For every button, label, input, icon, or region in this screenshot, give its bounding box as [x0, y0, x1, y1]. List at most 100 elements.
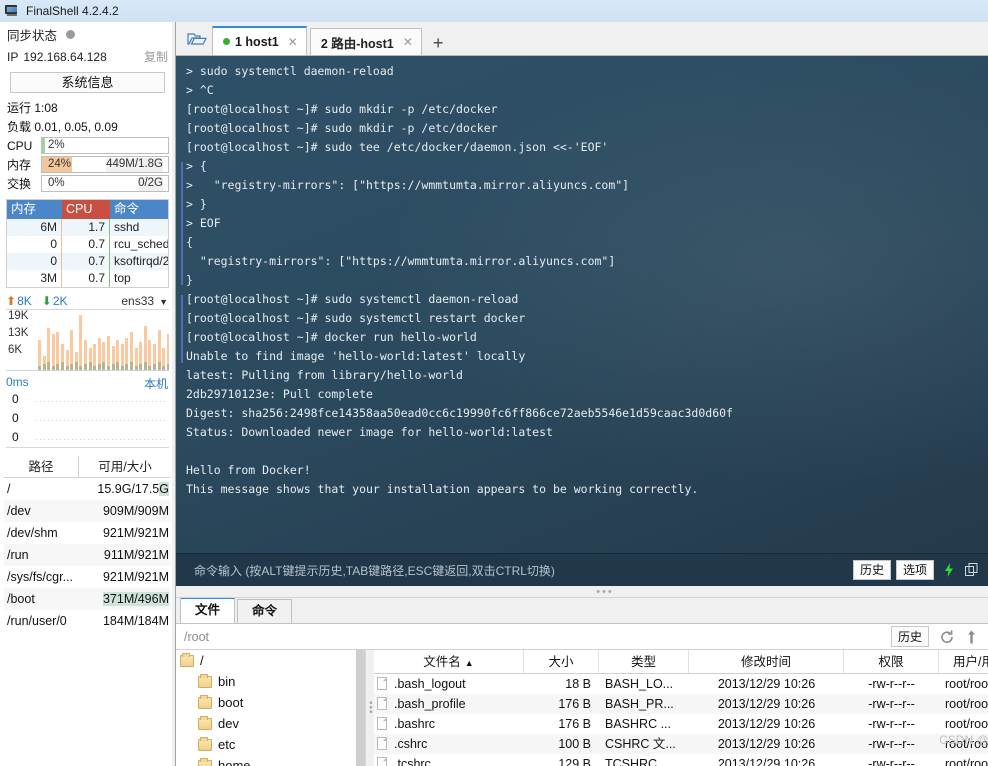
sync-status-dot-icon — [66, 30, 76, 39]
latency-header: 0ms 本机 — [0, 371, 175, 392]
network-interface-select[interactable]: ens33 ▼ — [121, 294, 168, 308]
tab-route-host1-close-icon[interactable]: ✕ — [403, 35, 413, 49]
main-frame: 同步状态 IP 192.168.64.128 复制 系统信息 运行 1:08 负… — [0, 22, 988, 766]
cpu-meter-row: CPU 2% — [0, 135, 175, 154]
refresh-icon[interactable] — [939, 629, 955, 645]
col-filename-label: 文件名 — [423, 655, 461, 669]
process-col-command[interactable]: 命令 — [110, 200, 168, 219]
col-type[interactable]: 类型 — [599, 650, 689, 673]
tree-item[interactable]: home — [176, 755, 365, 766]
process-row[interactable]: 6M 1.7 sshd — [7, 219, 168, 236]
upload-rate: 8K — [17, 294, 32, 308]
disk-row[interactable]: /dev/shm 921M/921M — [4, 522, 171, 544]
file-row[interactable]: .bash_profile 176 B BASH_PR... 2013/12/29 1… — [374, 694, 988, 714]
process-memory: 0 — [7, 253, 62, 270]
file-icon — [377, 737, 387, 750]
net-y-label-2: 6K — [8, 344, 23, 356]
system-info-button[interactable]: 系统信息 — [10, 72, 165, 93]
file-history-button[interactable]: 历史 — [890, 626, 929, 647]
disk-row[interactable]: /run 911M/921M — [4, 544, 171, 566]
tree-item[interactable]: boot — [176, 692, 365, 713]
process-col-memory[interactable]: 内存 — [7, 200, 62, 219]
disk-col-path[interactable]: 路径 — [4, 456, 79, 477]
process-table-header: 内存 CPU 命令 — [7, 200, 168, 219]
tab-route-host1[interactable]: 2 路由-host1 ✕ — [309, 28, 422, 55]
process-col-cpu[interactable]: CPU — [62, 200, 110, 219]
latency-value: 0ms — [6, 375, 29, 389]
terminal-line: 2db29710123e: Pull complete — [186, 387, 373, 401]
net-bar-secondary — [42, 364, 46, 370]
terminal-line: latest: Pulling from library/hello-world — [186, 368, 463, 382]
sidebar-scrollbar[interactable] — [172, 22, 175, 766]
command-options-button[interactable]: 选项 — [895, 560, 934, 580]
process-row[interactable]: 0 0.7 ksoftirqd/2 — [7, 253, 168, 270]
disk-size: 371M/496M — [102, 592, 169, 606]
process-row[interactable]: 3M 0.7 top — [7, 270, 168, 287]
col-modified[interactable]: 修改时间 — [689, 650, 844, 673]
file-type: TCSHRC ... — [605, 757, 671, 766]
tree-item[interactable]: etc — [176, 734, 365, 755]
terminal-output: > sudo systemctl daemon-reload > ^C [root@… — [186, 62, 988, 499]
window-title: FinalShell 4.2.4.2 — [26, 4, 119, 18]
tree-item-label: etc — [218, 737, 236, 752]
terminal-block-marker-2 — [181, 295, 183, 363]
tree-item[interactable]: bin — [176, 671, 365, 692]
disk-row[interactable]: /boot 371M/496M — [4, 588, 171, 610]
open-folder-icon[interactable] — [182, 24, 212, 54]
terminal-line: { — [186, 235, 193, 249]
net-bar-secondary — [166, 364, 169, 370]
file-row[interactable]: .cshrc 100 B CSHRC 文... 2013/12/29 10:26 -rw… — [374, 734, 988, 754]
up-arrow-icon[interactable] — [965, 629, 978, 645]
vertical-splitter[interactable]: ••• — [365, 650, 376, 766]
copy-ip-button[interactable]: 复制 — [144, 48, 168, 65]
file-row[interactable]: .tcshrc 129 B TCSHRC ... 2013/12/29 10:26 -r… — [374, 754, 988, 766]
new-tab-button[interactable]: + — [425, 34, 452, 55]
app-root: FinalShell 4.2.4.2 同步状态 IP 192.168.64.12… — [0, 0, 988, 766]
tab-files[interactable]: 文件 — [180, 598, 236, 623]
cpu-meter: 2% — [41, 137, 169, 154]
col-filename[interactable]: 文件名 ▲ — [374, 650, 524, 673]
network-header: ⬆ 8K ⬇ 2K ens33 ▼ — [0, 288, 175, 309]
file-list-header: 文件名▲ 大小 类型 修改时间 权限 用户/用户组 — [374, 650, 988, 674]
tab-commands[interactable]: 命令 — [237, 599, 293, 623]
lightning-icon[interactable] — [942, 562, 956, 578]
tab-host1-close-icon[interactable]: ✕ — [288, 35, 298, 49]
disk-row[interactable]: /sys/fs/cgr... 921M/921M — [4, 566, 171, 588]
disk-row[interactable]: / 15.9G/17.5G — [4, 478, 171, 500]
tab-host1[interactable]: 1 host1 ✕ — [212, 26, 307, 55]
disk-col-size[interactable]: 可用/大小 — [79, 456, 171, 477]
horizontal-splitter[interactable]: ••• — [176, 586, 988, 598]
process-command: rcu_sched — [114, 237, 168, 251]
net-bar-secondary — [70, 364, 74, 370]
tree-scrollbar-thumb[interactable] — [356, 650, 365, 766]
disk-row[interactable]: /run/user/0 184M/184M — [4, 610, 171, 632]
command-input[interactable]: 命令输入 (按ALT键提示历史,TAB键路径,ESC键返回,双击CTRL切换) — [194, 562, 848, 579]
tab-host1-label: 1 host1 — [235, 34, 279, 49]
file-modified: 2013/12/29 10:26 — [717, 717, 816, 731]
terminal-screen[interactable]: > sudo systemctl daemon-reload > ^C [root@… — [176, 56, 988, 586]
folder-icon — [198, 757, 212, 766]
tree-item[interactable]: dev — [176, 713, 365, 734]
file-name: .cshrc — [374, 734, 524, 754]
net-bar-secondary — [130, 362, 133, 370]
copy-icon[interactable] — [964, 562, 980, 578]
disk-size: 909M/909M — [102, 504, 169, 518]
file-row[interactable]: .bash_logout 18 B BASH_LO... 2013/12/29 10:… — [374, 674, 988, 694]
command-history-button[interactable]: 历史 — [852, 560, 891, 580]
disk-usage-table: 路径 可用/大小 / 15.9G/17.5G/dev 909M/909M/dev/s… — [4, 456, 171, 632]
col-permissions[interactable]: 权限 — [844, 650, 939, 673]
file-icon — [377, 717, 387, 730]
disk-size: 921M/921M — [102, 526, 169, 540]
disk-row[interactable]: /dev 909M/909M — [4, 500, 171, 522]
tree-scrollbar[interactable] — [356, 650, 365, 766]
tree-item[interactable]: / — [176, 650, 365, 671]
net-bar-secondary — [139, 364, 143, 370]
col-owner[interactable]: 用户/用户组 — [939, 650, 988, 673]
process-table-body: 6M 1.7 sshd 0 0.7 rcu_sched 0 0.7 ksoftirqd/2 3M 0… — [7, 219, 168, 287]
col-size[interactable]: 大小 — [524, 650, 599, 673]
file-path-input[interactable]: /root — [180, 630, 891, 644]
net-bar-secondary — [116, 362, 120, 370]
latency-chart: 0 0 0 — [6, 392, 169, 448]
process-row[interactable]: 0 0.7 rcu_sched — [7, 236, 168, 253]
file-row[interactable]: .bashrc 176 B BASHRC ... 2013/12/29 10:26 -r… — [374, 714, 988, 734]
